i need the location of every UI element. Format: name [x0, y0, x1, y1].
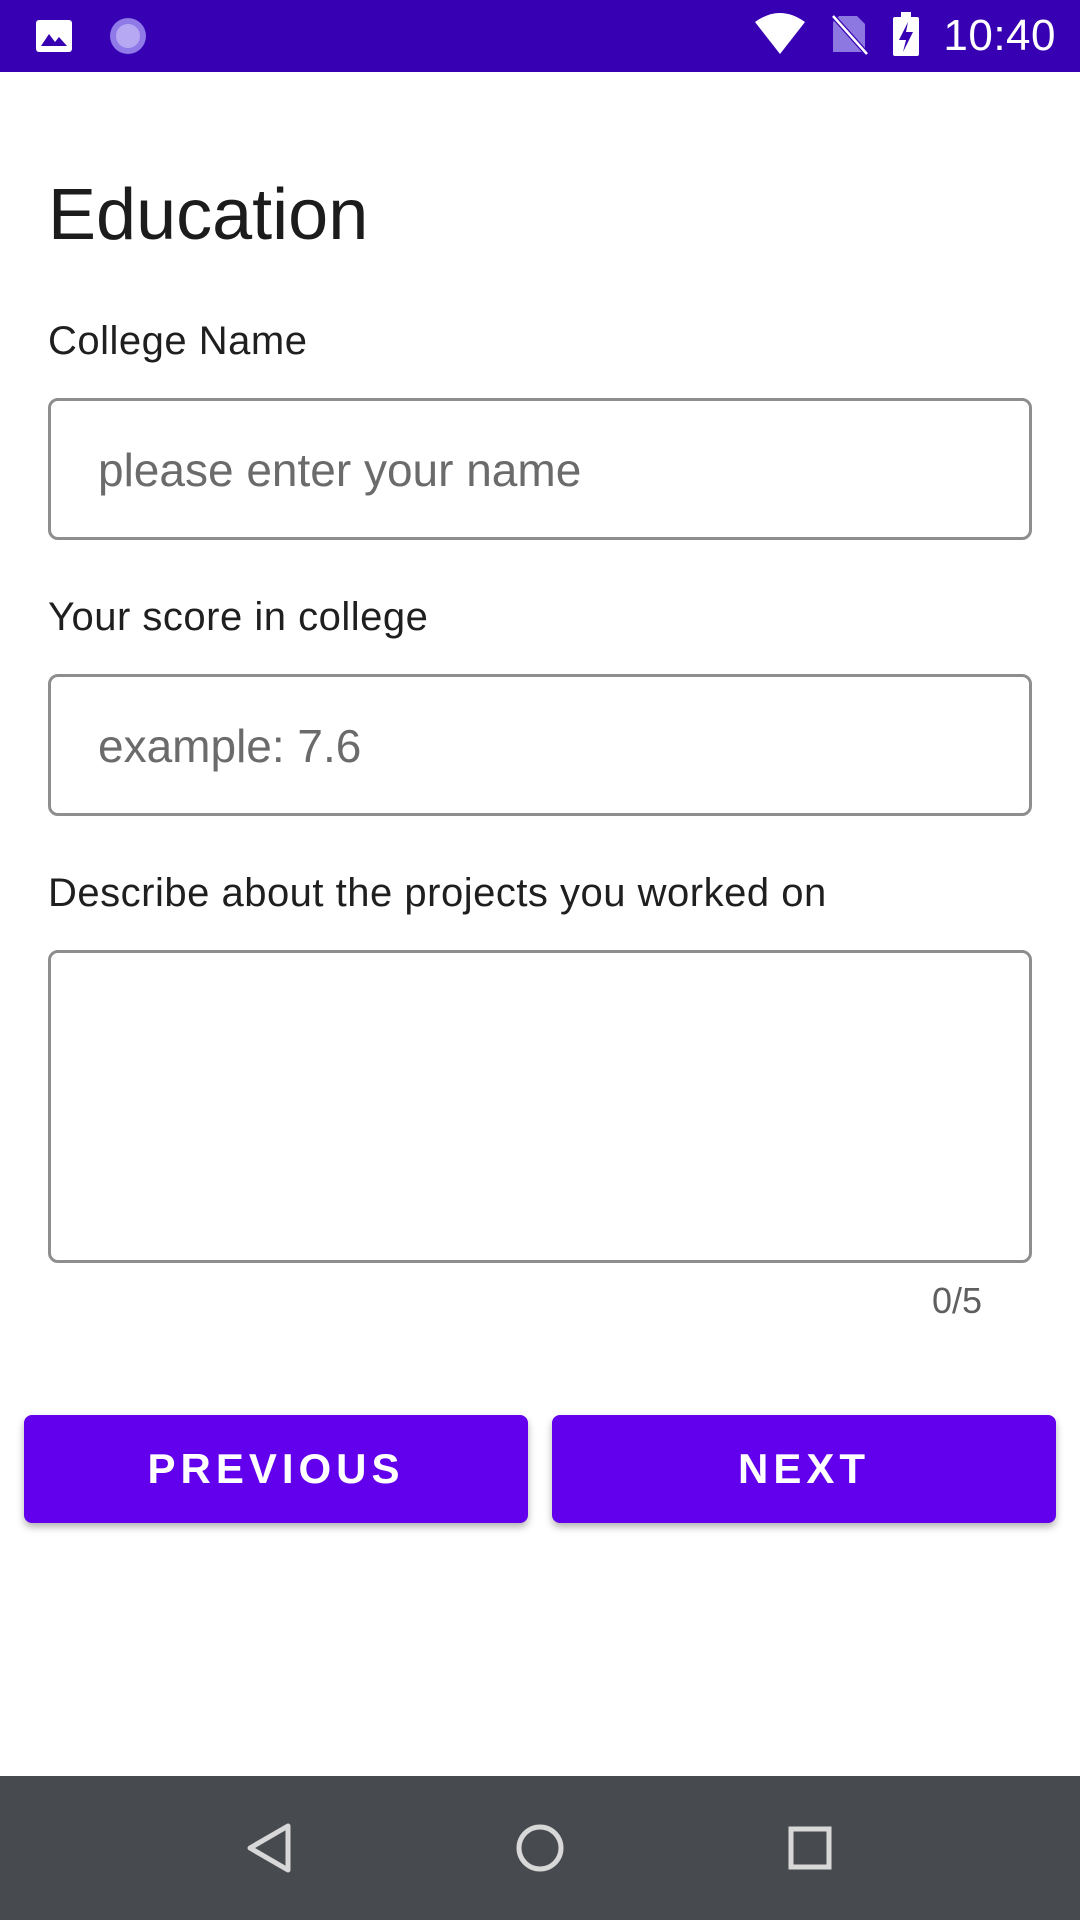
no-sim-icon	[829, 12, 870, 61]
college-name-field[interactable]	[48, 398, 1032, 540]
previous-button[interactable]: PREVIOUS	[24, 1415, 528, 1523]
character-counter: 0/5	[931, 1280, 982, 1321]
battery-charging-icon	[891, 10, 921, 63]
recents-icon[interactable]	[774, 1812, 846, 1884]
status-bar: 10:40	[0, 0, 1080, 72]
projects-textarea[interactable]	[96, 983, 1000, 1227]
score-label: Your score in college	[48, 595, 429, 639]
next-button[interactable]: NEXT	[552, 1415, 1056, 1523]
score-field[interactable]	[48, 674, 1032, 816]
score-input[interactable]	[96, 677, 1000, 815]
image-icon	[34, 16, 74, 61]
back-icon[interactable]	[234, 1812, 306, 1884]
navigation-bar	[0, 1776, 1080, 1920]
status-time: 10:40	[943, 11, 1056, 60]
college-name-input[interactable]	[96, 401, 1000, 539]
projects-field[interactable]	[48, 950, 1032, 1263]
page-title: Education	[48, 175, 369, 255]
education-form: Education College Name Your score in col…	[0, 72, 1080, 1776]
loading-icon	[106, 14, 150, 63]
college-name-label: College Name	[48, 319, 308, 363]
wifi-icon	[753, 12, 807, 61]
home-icon[interactable]	[504, 1812, 576, 1884]
projects-label: Describe about the projects you worked o…	[48, 871, 827, 915]
